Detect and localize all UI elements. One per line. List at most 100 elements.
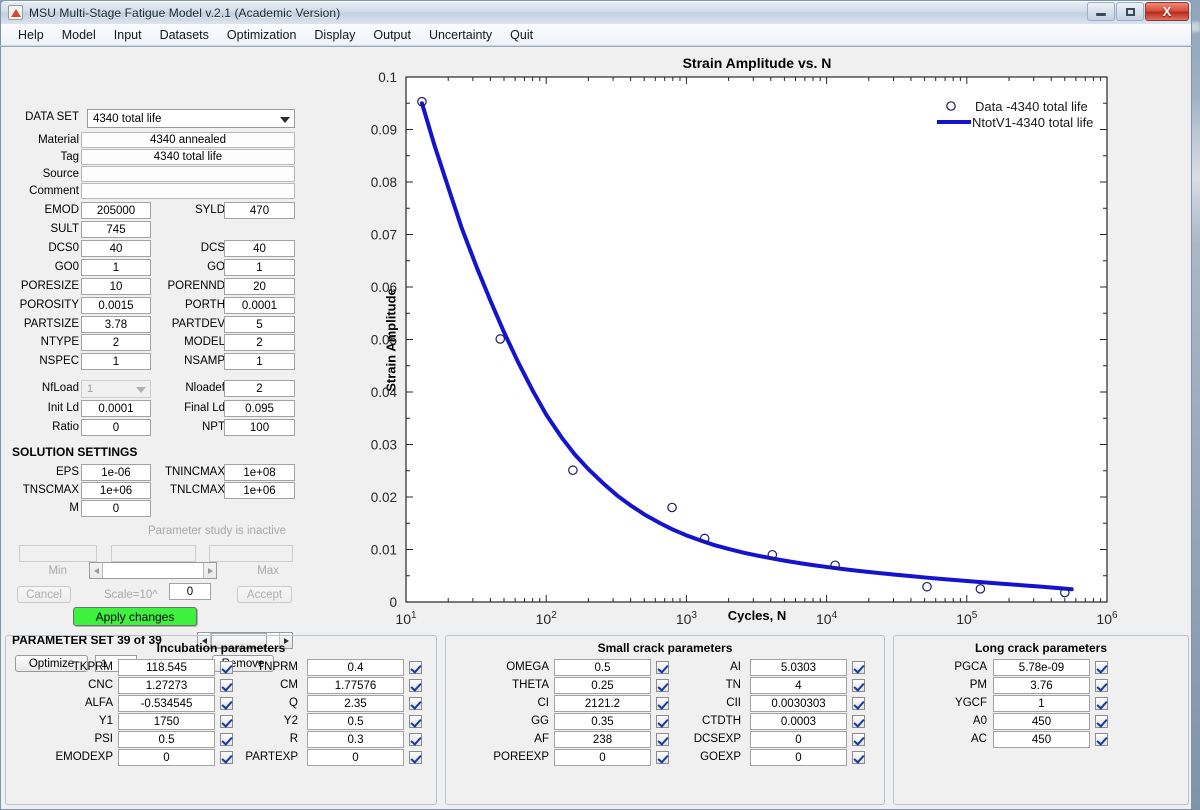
matprop-field-syld[interactable]: 470 [224, 202, 295, 219]
dataset-field-tag[interactable]: 4340 total life [81, 149, 295, 165]
menu-item-optimization[interactable]: Optimization [218, 26, 305, 44]
menu-item-quit[interactable]: Quit [501, 26, 542, 44]
slider-trough[interactable] [103, 563, 203, 578]
incubation-field-partexp[interactable]: 0 [307, 749, 404, 766]
cancel-button[interactable]: Cancel [17, 586, 71, 603]
slider-right-arrow[interactable] [203, 563, 216, 578]
modelprop-field-ntype[interactable]: 2 [81, 334, 151, 351]
incubation-checkbox-tnprm[interactable] [409, 661, 422, 674]
longcrack-field-pm[interactable]: 3.76 [993, 677, 1090, 694]
smallcrack-field-omega[interactable]: 0.5 [554, 659, 651, 676]
smallcrack-field-ai[interactable]: 5.0303 [750, 659, 847, 676]
matprop-field-sult[interactable]: 745 [81, 221, 151, 238]
incubation-field-emodexp[interactable]: 0 [118, 749, 215, 766]
incubation-checkbox-y2[interactable] [409, 715, 422, 728]
incubation-field-y2[interactable]: 0.5 [307, 713, 404, 730]
smallcrack-checkbox-goexp[interactable] [852, 751, 865, 764]
incubation-field-psi[interactable]: 0.5 [118, 731, 215, 748]
menu-item-model[interactable]: Model [53, 26, 105, 44]
smallcrack-field-tn[interactable]: 4 [750, 677, 847, 694]
incubation-field-cm[interactable]: 1.77576 [307, 677, 404, 694]
apply-changes-button[interactable]: Apply changes [73, 607, 197, 626]
matprop-field-porennd[interactable]: 20 [224, 278, 295, 295]
longcrack-field-ygcf[interactable]: 1 [993, 695, 1090, 712]
smallcrack-field-ci[interactable]: 2121.2 [554, 695, 651, 712]
param-study-field-3[interactable] [209, 545, 293, 562]
longcrack-checkbox-a0[interactable] [1095, 715, 1108, 728]
menu-item-uncertainty[interactable]: Uncertainty [420, 26, 501, 44]
dataset-select[interactable]: 4340 total life [87, 109, 295, 128]
dataset-field-source[interactable] [81, 166, 295, 182]
dataset-field-material[interactable]: 4340 annealed [81, 132, 295, 148]
dataset-field-comment[interactable] [81, 183, 295, 199]
menu-item-output[interactable]: Output [364, 26, 420, 44]
menu-item-input[interactable]: Input [105, 26, 151, 44]
modelprop-field-nspec[interactable]: 1 [81, 353, 151, 370]
smallcrack-field-poreexp[interactable]: 0 [554, 749, 651, 766]
longcrack-checkbox-pgca[interactable] [1095, 661, 1108, 674]
matprop-field-dcs[interactable]: 40 [224, 240, 295, 257]
matprop-field-partsize[interactable]: 3.78 [81, 316, 151, 333]
accept-button[interactable]: Accept [237, 586, 292, 603]
minimize-button[interactable] [1087, 2, 1115, 21]
smallcrack-checkbox-cii[interactable] [852, 697, 865, 710]
menu-item-datasets[interactable]: Datasets [151, 26, 218, 44]
smallcrack-field-gg[interactable]: 0.35 [554, 713, 651, 730]
matprop-field-porth[interactable]: 0.0001 [224, 297, 295, 314]
solution-field-tnincmax[interactable]: 1e+08 [224, 464, 295, 481]
smallcrack-field-goexp[interactable]: 0 [750, 749, 847, 766]
incubation-field-tkprm[interactable]: 118.545 [118, 659, 215, 676]
param-study-slider[interactable] [89, 562, 217, 579]
incubation-checkbox-q[interactable] [409, 697, 422, 710]
smallcrack-checkbox-dcsexp[interactable] [852, 733, 865, 746]
longcrack-field-pgca[interactable]: 5.78e-09 [993, 659, 1090, 676]
nfload-select[interactable]: 1 [81, 380, 151, 398]
loadprop-field-initld[interactable]: 0.0001 [81, 400, 151, 417]
solution-field-eps[interactable]: 1e-06 [81, 464, 151, 481]
incubation-checkbox-cm[interactable] [409, 679, 422, 692]
incubation-field-alfa[interactable]: -0.534545 [118, 695, 215, 712]
smallcrack-field-af[interactable]: 238 [554, 731, 651, 748]
incubation-field-tnprm[interactable]: 0.4 [307, 659, 404, 676]
solution-field-tnlcmax[interactable]: 1e+06 [224, 482, 295, 499]
matprop-field-partdev[interactable]: 5 [224, 316, 295, 333]
longcrack-checkbox-ac[interactable] [1095, 733, 1108, 746]
loadprop-field-finalld[interactable]: 0.095 [224, 400, 295, 417]
solution-field-tnscmax[interactable]: 1e+06 [81, 482, 151, 499]
incubation-checkbox-r[interactable] [409, 733, 422, 746]
smallcrack-checkbox-ai[interactable] [852, 661, 865, 674]
smallcrack-checkbox-ctdth[interactable] [852, 715, 865, 728]
slider-left-arrow[interactable] [90, 563, 103, 578]
param-study-field-2[interactable] [111, 545, 196, 562]
matprop-field-poresize[interactable]: 10 [81, 278, 151, 295]
longcrack-checkbox-pm[interactable] [1095, 679, 1108, 692]
incubation-checkbox-partexp[interactable] [409, 751, 422, 764]
menu-item-display[interactable]: Display [305, 26, 364, 44]
smallcrack-field-cii[interactable]: 0.0030303 [750, 695, 847, 712]
solution-field-m[interactable]: 0 [81, 500, 151, 517]
matprop-field-emod[interactable]: 205000 [81, 202, 151, 219]
smallcrack-field-theta[interactable]: 0.25 [554, 677, 651, 694]
matprop-field-porosity[interactable]: 0.0015 [81, 297, 151, 314]
scale-exponent-field[interactable]: 0 [169, 583, 211, 600]
maximize-button[interactable] [1116, 2, 1144, 21]
incubation-field-q[interactable]: 2.35 [307, 695, 404, 712]
menu-item-help[interactable]: Help [9, 26, 53, 44]
param-study-field-1[interactable] [19, 545, 97, 562]
loadprop-field-ratio[interactable]: 0 [81, 419, 151, 436]
nloadef-field[interactable]: 2 [224, 380, 295, 397]
incubation-field-r[interactable]: 0.3 [307, 731, 404, 748]
loadprop-field-npt[interactable]: 100 [224, 419, 295, 436]
incubation-field-cnc[interactable]: 1.27273 [118, 677, 215, 694]
smallcrack-field-dcsexp[interactable]: 0 [750, 731, 847, 748]
smallcrack-field-ctdth[interactable]: 0.0003 [750, 713, 847, 730]
longcrack-field-a0[interactable]: 450 [993, 713, 1090, 730]
matprop-field-go[interactable]: 1 [224, 259, 295, 276]
matprop-field-go0[interactable]: 1 [81, 259, 151, 276]
modelprop-field-model[interactable]: 2 [224, 334, 295, 351]
smallcrack-checkbox-tn[interactable] [852, 679, 865, 692]
incubation-field-y1[interactable]: 1750 [118, 713, 215, 730]
chart-canvas[interactable]: 00.010.020.030.040.050.060.070.080.090.1… [321, 47, 1192, 632]
close-button[interactable]: X [1145, 2, 1189, 21]
longcrack-checkbox-ygcf[interactable] [1095, 697, 1108, 710]
